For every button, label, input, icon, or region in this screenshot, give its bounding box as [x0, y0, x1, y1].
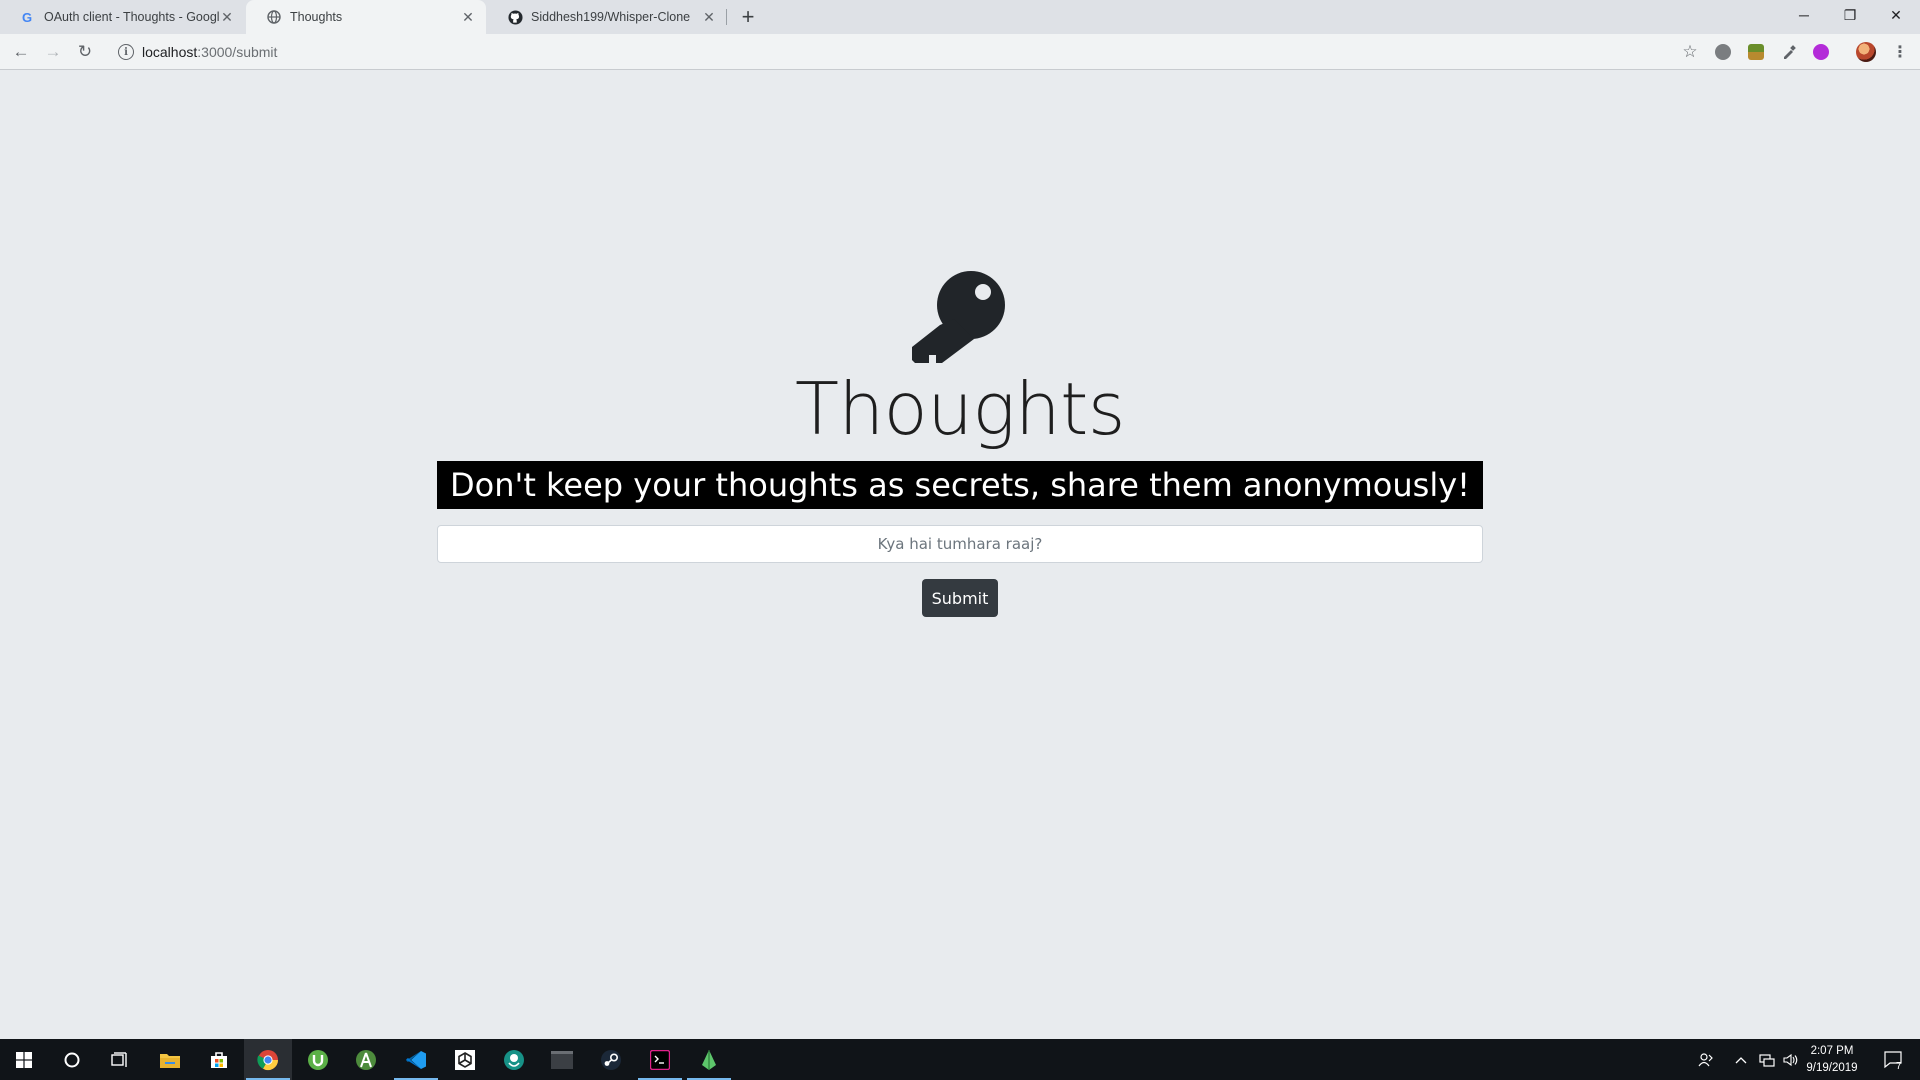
svg-text:G: G: [22, 10, 32, 24]
profile-avatar[interactable]: [1856, 42, 1876, 62]
close-tab-icon[interactable]: ✕: [219, 9, 235, 25]
url-host: localhost: [142, 44, 198, 60]
chrome-icon[interactable]: [244, 1039, 292, 1080]
close-window-button[interactable]: ✕: [1873, 0, 1919, 30]
unity-icon[interactable]: [441, 1039, 489, 1080]
close-tab-icon[interactable]: ✕: [460, 9, 476, 25]
clock-time: 2:07 PM: [1810, 1045, 1854, 1057]
utorrent-icon[interactable]: [294, 1039, 342, 1080]
bookmark-star-icon[interactable]: ☆: [1676, 38, 1704, 66]
address-bar[interactable]: i localhost:3000/submit: [110, 38, 1700, 66]
forward-arrow-icon[interactable]: →: [39, 38, 67, 66]
taskbar-clock[interactable]: 2:07 PM 9/19/2019: [1800, 1041, 1864, 1078]
tab-thoughts[interactable]: Thoughts ✕: [246, 0, 486, 34]
restore-window-button[interactable]: ❐: [1827, 0, 1873, 30]
steam-icon[interactable]: [587, 1039, 635, 1080]
site-info-icon[interactable]: i: [118, 44, 134, 60]
brand-title: Thoughts: [795, 367, 1125, 451]
url-path: :3000/submit: [197, 44, 278, 60]
reload-icon[interactable]: ↻: [71, 38, 99, 66]
google-icon: G: [20, 9, 36, 25]
secret-input[interactable]: [437, 525, 1483, 563]
back-arrow-icon[interactable]: ←: [7, 38, 35, 66]
jenkins-icon[interactable]: [685, 1039, 733, 1080]
people-icon[interactable]: [1694, 1039, 1718, 1080]
close-tab-icon[interactable]: ✕: [701, 9, 717, 25]
tab-title: OAuth client - Thoughts - Googl: [44, 10, 219, 24]
vscode-icon[interactable]: [392, 1039, 440, 1080]
browser-tabstrip: G OAuth client - Thoughts - Googl ✕ Thou…: [0, 0, 1920, 34]
tab-oauth-client[interactable]: G OAuth client - Thoughts - Googl ✕: [0, 0, 245, 34]
extension-green-icon[interactable]: [1748, 44, 1764, 60]
tab-separator: [726, 9, 727, 25]
tab-title: Siddhesh199/Whisper-Clone: [531, 10, 691, 24]
terminal-icon[interactable]: [538, 1039, 586, 1080]
windows-start-icon[interactable]: [0, 1039, 48, 1080]
gitkraken-icon[interactable]: [490, 1039, 538, 1080]
minimize-window-button[interactable]: ─: [1781, 0, 1827, 30]
volume-icon[interactable]: [1780, 1039, 1802, 1080]
extension-purple-icon[interactable]: [1813, 44, 1829, 60]
microsoft-store-icon[interactable]: [195, 1039, 243, 1080]
github-icon: [507, 9, 523, 25]
chrome-menu-icon[interactable]: ⋮: [1890, 38, 1910, 66]
notification-count-badge: 7: [1896, 1061, 1902, 1072]
tab-github-repo[interactable]: Siddhesh199/Whisper-Clone ✕: [487, 0, 727, 34]
clock-date: 9/19/2019: [1806, 1062, 1858, 1074]
cortana-search-icon[interactable]: [48, 1039, 96, 1080]
key-icon: [912, 271, 1005, 363]
tab-title: Thoughts: [290, 10, 343, 24]
page-content: Thoughts Don't keep your thoughts as sec…: [0, 71, 1920, 1039]
action-center-icon[interactable]: 7: [1874, 1039, 1914, 1080]
hyper-terminal-icon[interactable]: [636, 1039, 684, 1080]
extension-eyedropper-icon[interactable]: [1781, 44, 1797, 60]
tagline-banner: Don't keep your thoughts as secrets, sha…: [437, 461, 1483, 509]
network-icon[interactable]: [1755, 1039, 1779, 1080]
new-tab-button[interactable]: +: [736, 4, 760, 29]
file-explorer-icon[interactable]: [146, 1039, 194, 1080]
globe-icon: [266, 9, 282, 25]
windows-taskbar: 2:07 PM 9/19/2019 7: [0, 1039, 1920, 1080]
browser-toolbar: ← → ↻ i localhost:3000/submit ☆ ⋮: [0, 34, 1920, 70]
task-view-icon[interactable]: [96, 1039, 144, 1080]
extension-bug-icon[interactable]: [1715, 44, 1731, 60]
show-hidden-icons-chevron-icon[interactable]: [1730, 1039, 1752, 1080]
android-studio-icon[interactable]: [342, 1039, 390, 1080]
submit-button[interactable]: Submit: [922, 579, 998, 617]
